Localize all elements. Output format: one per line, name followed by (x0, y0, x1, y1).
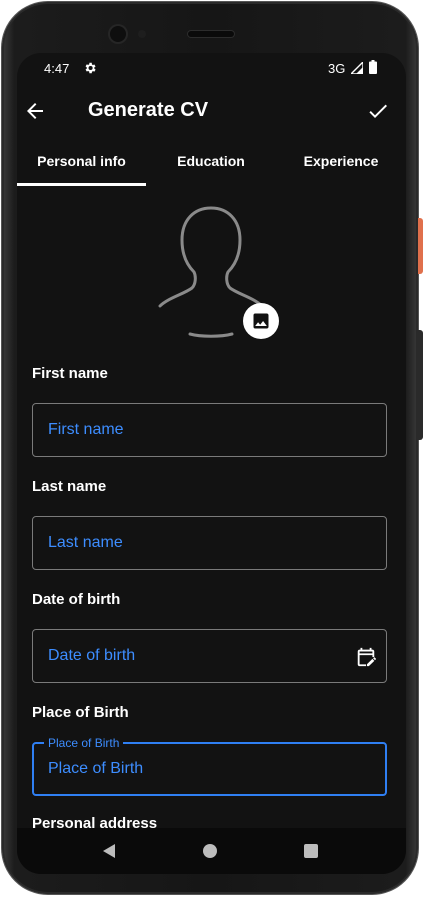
tab-experience[interactable]: Experience (276, 139, 406, 185)
change-photo-button[interactable] (243, 303, 279, 339)
nav-recents-icon[interactable] (304, 844, 318, 858)
nav-back-icon[interactable] (101, 843, 117, 859)
power-button (418, 218, 423, 274)
nav-home-icon[interactable] (203, 844, 217, 858)
last-name-placeholder: Last name (48, 534, 123, 551)
tab-education[interactable]: Education (146, 139, 276, 185)
proximity-sensor (138, 30, 146, 38)
last-name-field[interactable]: Last name (32, 516, 387, 570)
tab-indicator (17, 183, 146, 186)
screen: 4:47 3G Generate CV Personal info Educat… (17, 53, 406, 874)
date-of-birth-label: Date of birth (32, 591, 121, 608)
settings-gear-icon (85, 62, 96, 74)
signal-icon (351, 62, 363, 74)
place-of-birth-field[interactable]: Place of Birth Place of Birth (32, 736, 387, 796)
earpiece-speaker (188, 31, 234, 37)
first-name-placeholder: First name (48, 421, 124, 438)
system-nav-bar (17, 828, 406, 874)
tab-bar: Personal info Education Experience (17, 139, 406, 187)
tab-personal-info[interactable]: Personal info (17, 139, 146, 185)
status-bar: 4:47 3G (17, 53, 406, 85)
volume-button (418, 330, 423, 440)
date-of-birth-placeholder: Date of birth (48, 647, 136, 664)
place-of-birth-floating-label: Place of Birth (44, 736, 124, 750)
date-of-birth-field[interactable]: Date of birth (32, 629, 387, 683)
back-arrow-icon[interactable] (23, 99, 47, 123)
app-bar: Generate CV (17, 87, 406, 137)
image-icon (253, 313, 269, 329)
network-type: 3G (328, 61, 346, 76)
front-camera (110, 26, 126, 42)
page-title: Generate CV (88, 99, 209, 121)
last-name-label: Last name (32, 478, 107, 495)
place-of-birth-placeholder: Place of Birth (48, 760, 144, 777)
status-time: 4:47 (44, 61, 70, 76)
first-name-field[interactable]: First name (32, 403, 387, 457)
calendar-edit-icon[interactable] (355, 646, 377, 668)
checkmark-icon[interactable] (366, 99, 390, 123)
first-name-label: First name (32, 365, 108, 382)
battery-icon (369, 60, 377, 74)
place-of-birth-label: Place of Birth (32, 704, 129, 721)
